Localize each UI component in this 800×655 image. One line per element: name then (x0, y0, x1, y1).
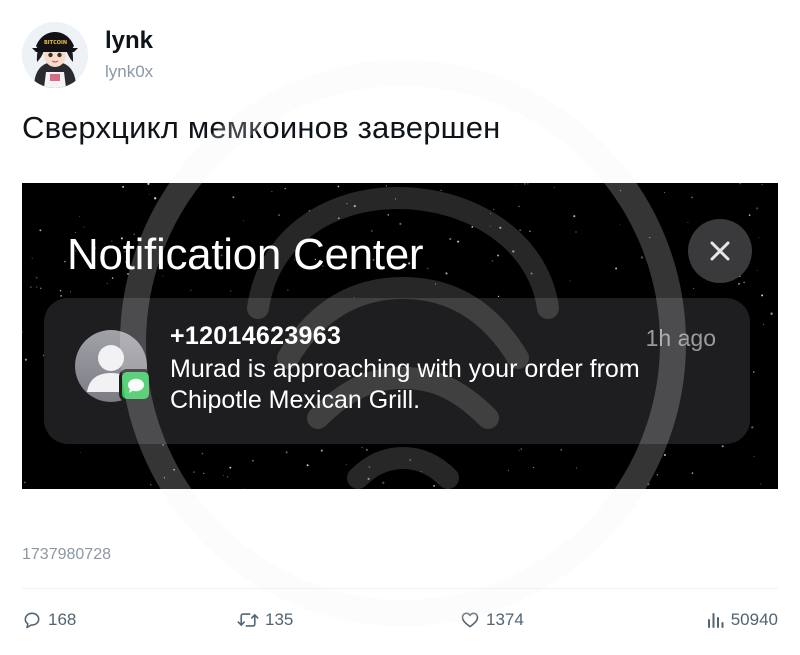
notification-card[interactable]: +12014623963 1h ago Murad is approaching… (44, 298, 750, 444)
tweet-text: Сверхцикл мемкоинов завершен (22, 110, 501, 145)
tweet-header: BITCOIN lynk lynk0x (22, 22, 153, 88)
author-display-name[interactable]: lynk (105, 26, 153, 56)
retweet-icon (237, 613, 259, 627)
reply-count: 168 (48, 610, 77, 629)
tweet-actions: 168 135 1374 50940 (22, 608, 778, 632)
messages-icon (119, 369, 152, 402)
notification-time: 1h ago (645, 325, 716, 351)
divider (22, 588, 778, 589)
notification-center-title: Notification Center (67, 230, 424, 279)
heart-icon (461, 612, 479, 628)
avatar-illustration: BITCOIN (22, 22, 88, 88)
views-count: 50940 (730, 610, 778, 629)
retweet-button[interactable]: 135 (237, 608, 293, 632)
tweet-media-image[interactable]: Notification Center +12014623963 1h ago … (22, 183, 778, 489)
svg-text:BITCOIN: BITCOIN (44, 40, 67, 46)
like-count: 1374 (486, 610, 524, 629)
close-button[interactable] (688, 219, 752, 283)
views-button[interactable]: 50940 (707, 608, 778, 632)
retweet-count: 135 (265, 610, 294, 629)
views-chart-icon (707, 613, 724, 628)
author-avatar[interactable]: BITCOIN (22, 22, 88, 88)
notification-sender: +12014623963 (170, 322, 342, 350)
reply-icon (24, 612, 40, 629)
like-button[interactable]: 1374 (460, 608, 524, 632)
reply-button[interactable]: 168 (22, 608, 76, 632)
tweet-timestamp[interactable]: 1737980728 (22, 546, 111, 564)
notification-body: Murad is approaching with your order fro… (170, 355, 640, 414)
close-x-icon (710, 241, 730, 261)
author-handle[interactable]: lynk0x (105, 60, 153, 84)
